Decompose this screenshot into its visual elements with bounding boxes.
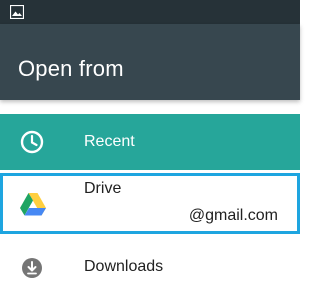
google-drive-icon bbox=[20, 193, 46, 216]
list-item-downloads[interactable]: Downloads bbox=[0, 240, 300, 296]
app-bar: Open from bbox=[0, 24, 300, 100]
list-item-label: Downloads bbox=[84, 258, 164, 275]
account-email: @gmail.com bbox=[188, 207, 278, 224]
status-bar bbox=[0, 0, 300, 24]
image-notification-icon bbox=[10, 5, 24, 19]
page-title: Open from bbox=[18, 56, 124, 81]
list-item-label: Recent bbox=[84, 133, 135, 150]
list-item-drive[interactable]: Drive @gmail.com bbox=[0, 173, 300, 234]
list-item-label: Drive bbox=[84, 180, 122, 197]
clock-icon bbox=[20, 130, 44, 154]
download-icon bbox=[22, 258, 42, 278]
list-item-recent[interactable]: Recent bbox=[0, 114, 300, 170]
